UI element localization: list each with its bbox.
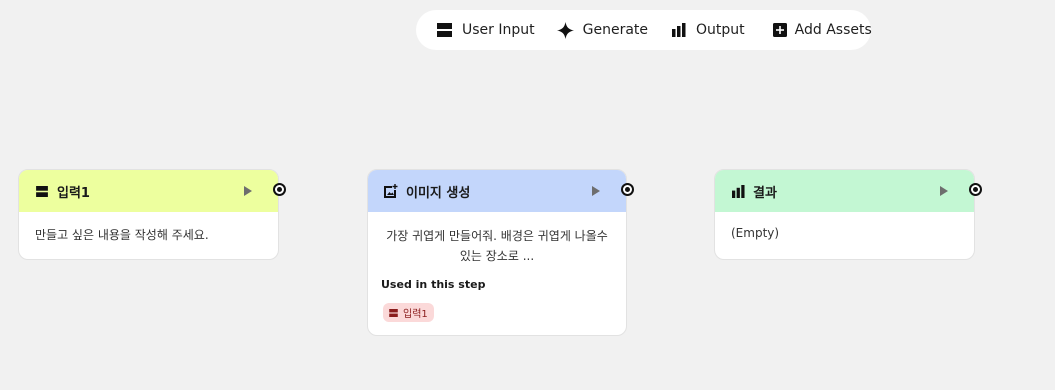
- input-reference-chip[interactable]: 입력1: [383, 303, 434, 322]
- generate-button[interactable]: Generate: [556, 10, 649, 50]
- port-dot: [277, 187, 282, 192]
- output-node-body: (Empty): [731, 226, 780, 240]
- image-generate-node-body: 가장 귀엽게 만들어줘. 배경은 귀엽게 나올수 있는 장소로 ...: [368, 212, 626, 266]
- output-port[interactable]: [969, 183, 982, 196]
- add-box-icon: [772, 22, 789, 39]
- input-node-header[interactable]: 입력1: [19, 170, 278, 212]
- add-assets-label: Add Assets: [794, 22, 872, 38]
- output-label: Output: [696, 22, 745, 38]
- bar-chart-icon: [731, 184, 745, 198]
- output-node[interactable]: 결과 (Empty): [714, 169, 982, 260]
- input-node-title: 입력1: [57, 185, 90, 201]
- port-dot: [973, 187, 978, 192]
- run-play-icon[interactable]: [940, 186, 948, 196]
- add-assets-button[interactable]: Add Assets: [772, 10, 872, 50]
- user-input-icon: [35, 184, 49, 198]
- user-input-icon: [436, 22, 453, 39]
- chip-label: 입력1: [403, 309, 428, 320]
- port-dot: [625, 187, 630, 192]
- image-generate-node-header[interactable]: 이미지 생성: [368, 170, 626, 212]
- generate-label: Generate: [582, 22, 649, 38]
- user-input-button[interactable]: User Input: [436, 10, 535, 50]
- output-button[interactable]: Output: [670, 10, 745, 50]
- input-node[interactable]: 입력1 만들고 싶은 내용을 작성해 주세요.: [18, 169, 286, 260]
- sparkle-icon: [556, 21, 574, 39]
- image-generate-node-title: 이미지 생성: [406, 185, 471, 201]
- used-in-step-label: Used in this step: [381, 278, 486, 291]
- top-toolbar: User Input Generate Output Add Assets: [416, 10, 872, 50]
- output-node-header[interactable]: 결과: [715, 170, 974, 212]
- output-port[interactable]: [273, 183, 286, 196]
- image-generate-node[interactable]: 이미지 생성 가장 귀엽게 만들어줘. 배경은 귀엽게 나올수 있는 장소로 .…: [367, 169, 634, 336]
- prompt-line-2: 있는 장소로 ...: [459, 249, 535, 263]
- run-play-icon[interactable]: [244, 186, 252, 196]
- user-input-label: User Input: [462, 22, 535, 38]
- output-node-title: 결과: [753, 185, 777, 201]
- image-add-icon: [384, 184, 398, 198]
- run-play-icon[interactable]: [592, 186, 600, 196]
- bar-chart-icon: [670, 22, 687, 39]
- prompt-line-1: 가장 귀엽게 만들어줘. 배경은 귀엽게 나올수: [386, 229, 608, 243]
- output-port[interactable]: [621, 183, 634, 196]
- input-node-body: 만들고 싶은 내용을 작성해 주세요.: [35, 228, 209, 242]
- user-input-icon: [389, 308, 398, 317]
